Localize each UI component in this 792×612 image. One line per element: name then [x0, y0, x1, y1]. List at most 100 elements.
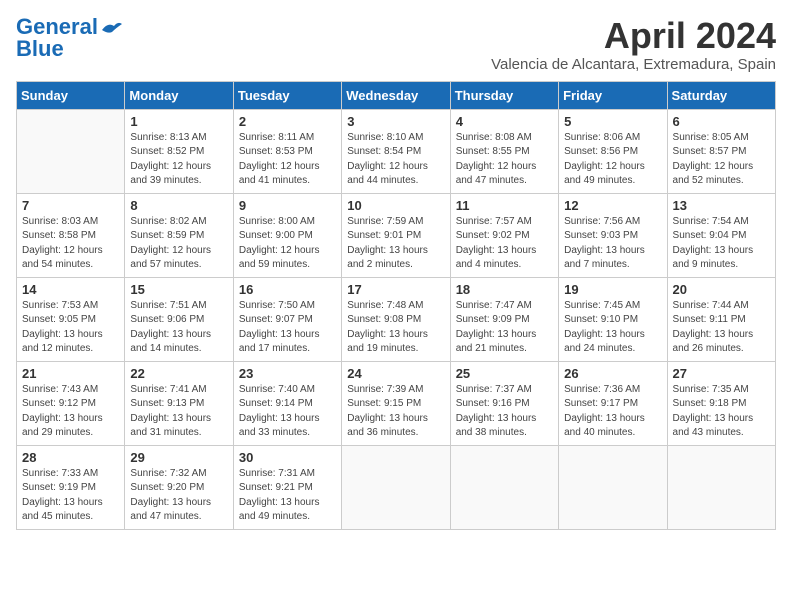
- calendar-cell: 22 Sunrise: 7:41 AMSunset: 9:13 PMDayligh…: [125, 361, 233, 445]
- calendar-cell: 28 Sunrise: 7:33 AMSunset: 9:19 PMDayligh…: [17, 445, 125, 529]
- calendar-cell: [17, 109, 125, 193]
- calendar-cell: 11Sunrise: 7:57 AMSunset: 9:02 PMDayligh…: [450, 193, 558, 277]
- day-number: 4: [456, 114, 553, 129]
- calendar-cell: 30 Sunrise: 7:31 AMSunset: 9:21 PMDayligh…: [233, 445, 341, 529]
- weekday-header-monday: Monday: [125, 81, 233, 109]
- weekday-header-friday: Friday: [559, 81, 667, 109]
- day-info: Sunrise: 7:56 AMSunset: 9:03 PMDaylight:…: [564, 215, 661, 273]
- logo-bird-icon: [100, 20, 122, 38]
- weekday-header-sunday: Sunday: [17, 81, 125, 109]
- day-info: Sunrise: 8:13 AMSunset: 8:52 PMDaylight:…: [130, 131, 227, 189]
- day-info: Sunrise: 7:39 AMSunset: 9:15 PMDaylight:…: [347, 383, 444, 441]
- calendar-cell: 12 Sunrise: 7:56 AMSunset: 9:03 PMDayligh…: [559, 193, 667, 277]
- weekday-header-thursday: Thursday: [450, 81, 558, 109]
- day-number: 29: [130, 450, 227, 465]
- day-info: Sunrise: 7:32 AMSunset: 9:20 PMDaylight:…: [130, 467, 227, 525]
- day-number: 27: [673, 366, 770, 381]
- day-number: 7: [22, 198, 119, 213]
- day-info: Sunrise: 7:43 AMSunset: 9:12 PMDaylight:…: [22, 383, 119, 441]
- calendar-cell: 2Sunrise: 8:11 AMSunset: 8:53 PMDaylight…: [233, 109, 341, 193]
- calendar-week-row: 7 Sunrise: 8:03 AMSunset: 8:58 PMDaylight…: [17, 193, 776, 277]
- day-number: 22: [130, 366, 227, 381]
- day-info: Sunrise: 7:36 AMSunset: 9:17 PMDaylight:…: [564, 383, 661, 441]
- calendar-week-row: 14Sunrise: 7:53 AMSunset: 9:05 PMDayligh…: [17, 277, 776, 361]
- day-info: Sunrise: 7:45 AMSunset: 9:10 PMDaylight:…: [564, 299, 661, 357]
- day-number: 3: [347, 114, 444, 129]
- location-subtitle: Valencia de Alcantara, Extremadura, Spai…: [491, 56, 776, 73]
- day-number: 9: [239, 198, 336, 213]
- calendar-cell: 21 Sunrise: 7:43 AMSunset: 9:12 PMDayligh…: [17, 361, 125, 445]
- day-number: 25: [456, 366, 553, 381]
- day-info: Sunrise: 8:03 AMSunset: 8:58 PMDaylight:…: [22, 215, 119, 273]
- day-number: 1: [130, 114, 227, 129]
- month-title: April 2024: [491, 16, 776, 56]
- calendar-cell: 9 Sunrise: 8:00 AMSunset: 9:00 PMDaylight…: [233, 193, 341, 277]
- day-number: 20: [673, 282, 770, 297]
- day-info: Sunrise: 7:48 AMSunset: 9:08 PMDaylight:…: [347, 299, 444, 357]
- calendar-cell: 15 Sunrise: 7:51 AMSunset: 9:06 PMDayligh…: [125, 277, 233, 361]
- day-info: Sunrise: 8:05 AMSunset: 8:57 PMDaylight:…: [673, 131, 770, 189]
- day-number: 6: [673, 114, 770, 129]
- calendar-cell: [559, 445, 667, 529]
- calendar-cell: 5 Sunrise: 8:06 AMSunset: 8:56 PMDaylight…: [559, 109, 667, 193]
- day-info: Sunrise: 7:59 AMSunset: 9:01 PMDaylight:…: [347, 215, 444, 273]
- day-number: 28: [22, 450, 119, 465]
- calendar-cell: 13Sunrise: 7:54 AMSunset: 9:04 PMDayligh…: [667, 193, 775, 277]
- calendar-cell: 25Sunrise: 7:37 AMSunset: 9:16 PMDayligh…: [450, 361, 558, 445]
- day-info: Sunrise: 8:00 AMSunset: 9:00 PMDaylight:…: [239, 215, 336, 273]
- day-number: 30: [239, 450, 336, 465]
- day-info: Sunrise: 7:35 AMSunset: 9:18 PMDaylight:…: [673, 383, 770, 441]
- day-number: 15: [130, 282, 227, 297]
- day-number: 18: [456, 282, 553, 297]
- calendar-week-row: 28 Sunrise: 7:33 AMSunset: 9:19 PMDayligh…: [17, 445, 776, 529]
- day-number: 8: [130, 198, 227, 213]
- weekday-header-wednesday: Wednesday: [342, 81, 450, 109]
- day-number: 21: [22, 366, 119, 381]
- day-info: Sunrise: 8:11 AMSunset: 8:53 PMDaylight:…: [239, 131, 336, 189]
- day-info: Sunrise: 7:33 AMSunset: 9:19 PMDaylight:…: [22, 467, 119, 525]
- day-info: Sunrise: 7:41 AMSunset: 9:13 PMDaylight:…: [130, 383, 227, 441]
- calendar-cell: 29 Sunrise: 7:32 AMSunset: 9:20 PMDayligh…: [125, 445, 233, 529]
- calendar-cell: 7 Sunrise: 8:03 AMSunset: 8:58 PMDaylight…: [17, 193, 125, 277]
- logo-text: GeneralBlue: [16, 16, 98, 60]
- calendar-cell: 3 Sunrise: 8:10 AMSunset: 8:54 PMDaylight…: [342, 109, 450, 193]
- day-number: 24: [347, 366, 444, 381]
- calendar-cell: 4 Sunrise: 8:08 AMSunset: 8:55 PMDaylight…: [450, 109, 558, 193]
- calendar-week-row: 1 Sunrise: 8:13 AMSunset: 8:52 PMDaylight…: [17, 109, 776, 193]
- calendar-week-row: 21 Sunrise: 7:43 AMSunset: 9:12 PMDayligh…: [17, 361, 776, 445]
- day-number: 17: [347, 282, 444, 297]
- day-number: 19: [564, 282, 661, 297]
- day-number: 12: [564, 198, 661, 213]
- day-number: 5: [564, 114, 661, 129]
- day-info: Sunrise: 8:10 AMSunset: 8:54 PMDaylight:…: [347, 131, 444, 189]
- day-info: Sunrise: 7:31 AMSunset: 9:21 PMDaylight:…: [239, 467, 336, 525]
- day-number: 10: [347, 198, 444, 213]
- calendar-cell: 24 Sunrise: 7:39 AMSunset: 9:15 PMDayligh…: [342, 361, 450, 445]
- day-info: Sunrise: 7:40 AMSunset: 9:14 PMDaylight:…: [239, 383, 336, 441]
- logo: GeneralBlue: [16, 16, 122, 60]
- day-number: 26: [564, 366, 661, 381]
- calendar-cell: 26 Sunrise: 7:36 AMSunset: 9:17 PMDayligh…: [559, 361, 667, 445]
- calendar-cell: 10 Sunrise: 7:59 AMSunset: 9:01 PMDayligh…: [342, 193, 450, 277]
- calendar-header-row: SundayMondayTuesdayWednesdayThursdayFrid…: [17, 81, 776, 109]
- weekday-header-saturday: Saturday: [667, 81, 775, 109]
- day-info: Sunrise: 8:06 AMSunset: 8:56 PMDaylight:…: [564, 131, 661, 189]
- calendar-cell: 20 Sunrise: 7:44 AMSunset: 9:11 PMDayligh…: [667, 277, 775, 361]
- calendar-table: SundayMondayTuesdayWednesdayThursdayFrid…: [16, 81, 776, 530]
- day-number: 11: [456, 198, 553, 213]
- day-info: Sunrise: 7:50 AMSunset: 9:07 PMDaylight:…: [239, 299, 336, 357]
- day-info: Sunrise: 7:51 AMSunset: 9:06 PMDaylight:…: [130, 299, 227, 357]
- calendar-cell: 17 Sunrise: 7:48 AMSunset: 9:08 PMDayligh…: [342, 277, 450, 361]
- calendar-cell: 6 Sunrise: 8:05 AMSunset: 8:57 PMDaylight…: [667, 109, 775, 193]
- day-number: 14: [22, 282, 119, 297]
- day-info: Sunrise: 7:44 AMSunset: 9:11 PMDaylight:…: [673, 299, 770, 357]
- day-info: Sunrise: 8:08 AMSunset: 8:55 PMDaylight:…: [456, 131, 553, 189]
- calendar-cell: [667, 445, 775, 529]
- title-block: April 2024 Valencia de Alcantara, Extrem…: [491, 16, 776, 73]
- day-number: 23: [239, 366, 336, 381]
- calendar-cell: 27 Sunrise: 7:35 AMSunset: 9:18 PMDayligh…: [667, 361, 775, 445]
- calendar-cell: [450, 445, 558, 529]
- calendar-cell: [342, 445, 450, 529]
- calendar-cell: 16Sunrise: 7:50 AMSunset: 9:07 PMDayligh…: [233, 277, 341, 361]
- calendar-cell: 14Sunrise: 7:53 AMSunset: 9:05 PMDayligh…: [17, 277, 125, 361]
